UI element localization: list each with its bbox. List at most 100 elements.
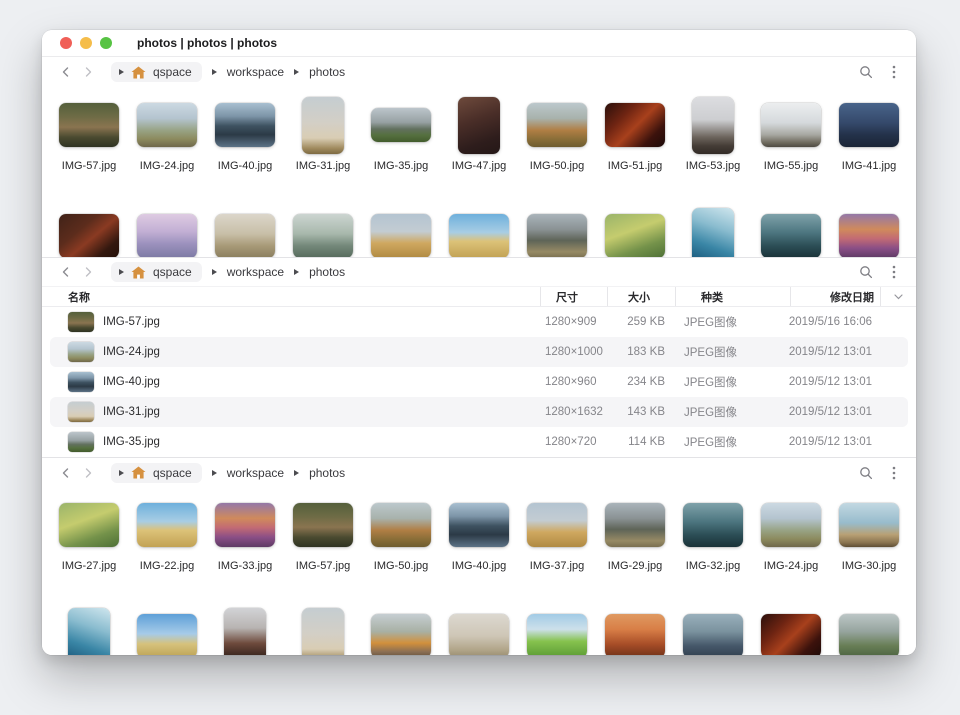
file-item[interactable]: IMG-41.jpg — [830, 95, 908, 174]
photo-thumbnail[interactable] — [302, 97, 344, 154]
photo-thumbnail[interactable] — [215, 214, 275, 257]
photo-thumbnail[interactable] — [68, 608, 110, 656]
more-icon[interactable] — [892, 65, 896, 79]
file-item[interactable] — [674, 206, 752, 257]
file-item[interactable] — [752, 606, 830, 655]
breadcrumb-root-segment[interactable]: qspace — [111, 62, 202, 82]
more-icon[interactable] — [892, 466, 896, 480]
photo-thumbnail[interactable] — [683, 503, 743, 547]
photo-thumbnail[interactable] — [683, 614, 743, 655]
table-row[interactable]: IMG-40.jpg 1280×960 234 KB JPEG图像 2019/5… — [50, 367, 908, 397]
file-item[interactable]: IMG-37.jpg — [518, 495, 596, 574]
column-header-name[interactable]: 名称 — [42, 287, 540, 306]
file-item[interactable]: IMG-24.jpg — [752, 495, 830, 574]
close-button[interactable] — [60, 37, 72, 49]
file-item[interactable]: IMG-22.jpg — [128, 495, 206, 574]
breadcrumb-item-photos[interactable]: photos — [309, 466, 345, 480]
forward-button[interactable] — [80, 463, 96, 483]
photo-thumbnail[interactable] — [137, 214, 197, 257]
photo-thumbnail[interactable] — [371, 108, 431, 142]
breadcrumb-root-segment[interactable]: qspace — [111, 463, 202, 483]
breadcrumb-item-photos[interactable]: photos — [309, 65, 345, 79]
column-header-modified[interactable]: 修改日期 — [790, 287, 880, 306]
photo-thumbnail[interactable] — [605, 103, 665, 147]
file-item[interactable]: IMG-30.jpg — [830, 495, 908, 574]
file-item[interactable]: IMG-40.jpg — [206, 95, 284, 174]
table-row[interactable]: IMG-35.jpg 1280×720 114 KB JPEG图像 2019/5… — [50, 427, 908, 457]
file-item[interactable]: IMG-40.jpg — [440, 495, 518, 574]
breadcrumb-item-workspace[interactable]: workspace — [227, 466, 284, 480]
photo-thumbnail[interactable] — [605, 614, 665, 655]
file-item[interactable] — [50, 206, 128, 257]
file-item[interactable] — [830, 606, 908, 655]
table-row[interactable]: IMG-57.jpg 1280×909 259 KB JPEG图像 2019/5… — [50, 307, 908, 337]
photo-thumbnail[interactable] — [371, 214, 431, 257]
file-item[interactable]: IMG-51.jpg — [596, 95, 674, 174]
photo-thumbnail[interactable] — [449, 214, 509, 257]
forward-button[interactable] — [80, 262, 96, 282]
column-header-kind[interactable]: 种类 — [675, 287, 790, 306]
file-item[interactable] — [362, 606, 440, 655]
photo-thumbnail[interactable] — [605, 503, 665, 547]
photo-thumbnail[interactable] — [839, 103, 899, 147]
maximize-button[interactable] — [100, 37, 112, 49]
file-item[interactable]: IMG-29.jpg — [596, 495, 674, 574]
file-item[interactable]: IMG-55.jpg — [752, 95, 830, 174]
file-item[interactable]: IMG-35.jpg — [362, 95, 440, 174]
photo-thumbnail[interactable] — [371, 614, 431, 655]
file-item[interactable]: IMG-57.jpg — [50, 95, 128, 174]
breadcrumb-item-workspace[interactable]: workspace — [227, 265, 284, 279]
file-item[interactable] — [440, 606, 518, 655]
file-item[interactable] — [128, 606, 206, 655]
file-item[interactable] — [752, 206, 830, 257]
file-item[interactable] — [206, 606, 284, 655]
sort-chevron-down-icon[interactable] — [880, 287, 916, 306]
file-item[interactable]: IMG-33.jpg — [206, 495, 284, 574]
photo-thumbnail[interactable] — [458, 97, 500, 154]
photo-thumbnail[interactable] — [527, 214, 587, 257]
file-item[interactable]: IMG-47.jpg — [440, 95, 518, 174]
search-icon[interactable] — [859, 65, 873, 79]
search-icon[interactable] — [859, 265, 873, 279]
file-item[interactable]: IMG-31.jpg — [284, 95, 362, 174]
file-item[interactable]: IMG-57.jpg — [284, 495, 362, 574]
photo-thumbnail[interactable] — [371, 503, 431, 547]
photo-thumbnail[interactable] — [59, 503, 119, 547]
photo-thumbnail[interactable] — [449, 614, 509, 655]
photo-thumbnail[interactable] — [293, 214, 353, 257]
photo-thumbnail[interactable] — [137, 503, 197, 547]
file-item[interactable] — [284, 206, 362, 257]
search-icon[interactable] — [859, 466, 873, 480]
photo-thumbnail[interactable] — [59, 214, 119, 257]
minimize-button[interactable] — [80, 37, 92, 49]
file-item[interactable]: IMG-32.jpg — [674, 495, 752, 574]
photo-thumbnail[interactable] — [839, 614, 899, 655]
photo-thumbnail[interactable] — [59, 103, 119, 147]
table-row[interactable]: IMG-31.jpg 1280×1632 143 KB JPEG图像 2019/… — [50, 397, 908, 427]
photo-thumbnail[interactable] — [224, 608, 266, 656]
photo-thumbnail[interactable] — [839, 214, 899, 257]
photo-thumbnail[interactable] — [761, 503, 821, 547]
file-item[interactable] — [284, 606, 362, 655]
file-item[interactable] — [674, 606, 752, 655]
file-item[interactable]: IMG-53.jpg — [674, 95, 752, 174]
photo-thumbnail[interactable] — [527, 503, 587, 547]
back-button[interactable] — [58, 463, 74, 483]
back-button[interactable] — [58, 62, 74, 82]
table-row[interactable]: IMG-24.jpg 1280×1000 183 KB JPEG图像 2019/… — [50, 337, 908, 367]
photo-thumbnail[interactable] — [215, 503, 275, 547]
photo-thumbnail[interactable] — [692, 97, 734, 154]
file-item[interactable] — [206, 206, 284, 257]
photo-thumbnail[interactable] — [215, 103, 275, 147]
forward-button[interactable] — [80, 62, 96, 82]
photo-thumbnail[interactable] — [761, 214, 821, 257]
photo-thumbnail[interactable] — [302, 608, 344, 656]
photo-thumbnail[interactable] — [761, 103, 821, 147]
photo-thumbnail[interactable] — [761, 614, 821, 655]
file-item[interactable] — [518, 606, 596, 655]
photo-thumbnail[interactable] — [839, 503, 899, 547]
file-item[interactable] — [830, 206, 908, 257]
file-item[interactable] — [596, 606, 674, 655]
photo-thumbnail[interactable] — [527, 614, 587, 655]
column-header-size[interactable]: 大小 — [607, 287, 675, 306]
